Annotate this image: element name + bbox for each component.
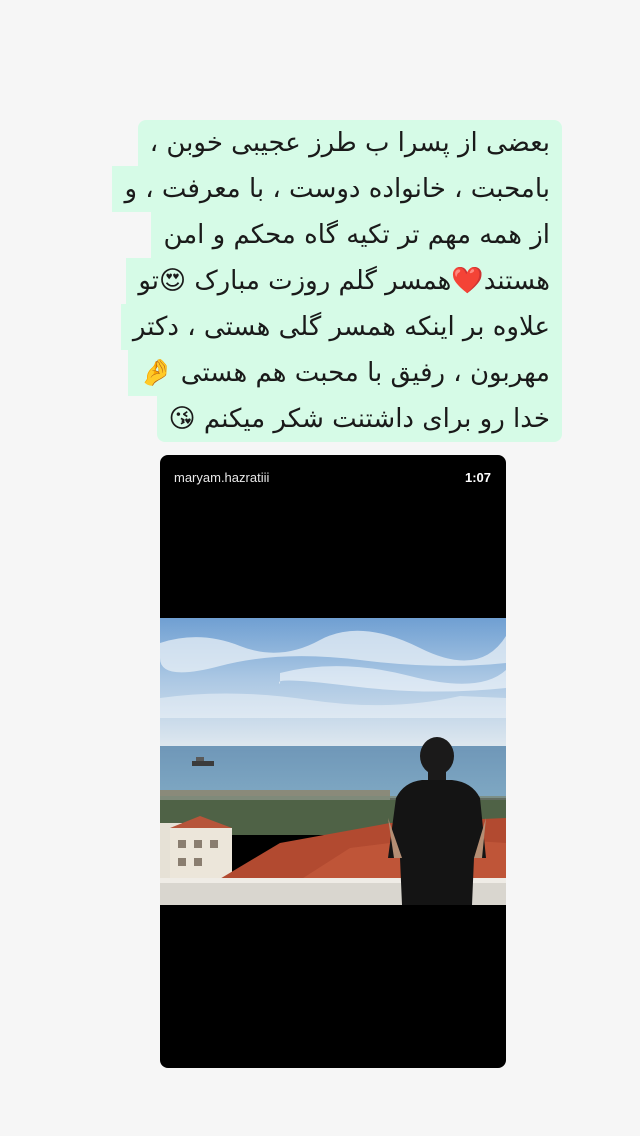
caption-line-7: خدا رو برای داشتنت شکر میکنم 😘: [156, 396, 562, 442]
caption-line-5: علاوه بر اینکه همسر گلی هستی ، دکتر: [120, 304, 562, 350]
story-username[interactable]: maryam.hazratiii: [174, 470, 269, 485]
caption-line-3: از همه مهم تر تکیه گاه محکم و امن: [151, 212, 562, 258]
caption-line-1: بعضی از پسرا ب طرز عجیبی خوبن ،: [137, 120, 562, 166]
ship: [192, 761, 214, 766]
caption-line-6: مهربون ، رفیق با محبت هم هستی 🤌: [128, 350, 562, 396]
caption-line-4: هستند❤️همسر گلم روزت مبارک 😍تو: [126, 258, 562, 304]
window: [194, 858, 202, 866]
ship: [196, 757, 204, 761]
story-photo: [160, 618, 506, 905]
window: [178, 840, 186, 848]
caption-line-2: بامحبت ، خانواده دوست ، با معرفت ، و: [112, 166, 562, 212]
window: [210, 840, 218, 848]
window: [178, 858, 186, 866]
story-video-card[interactable]: maryam.hazratiii 1:07: [160, 455, 506, 1068]
building: [170, 828, 232, 878]
story-timestamp: 1:07: [464, 470, 491, 485]
window: [194, 840, 202, 848]
caption-text-block: بعضی از پسرا ب طرز عجیبی خوبن ، بامحبت ،…: [102, 120, 562, 442]
